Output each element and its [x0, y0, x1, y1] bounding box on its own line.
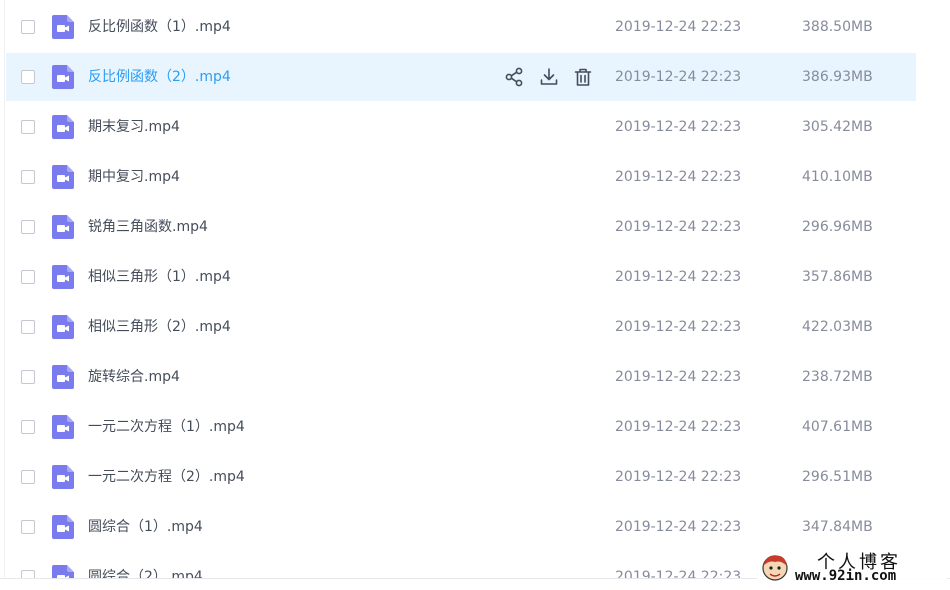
file-row[interactable]: 期中复习.mp4 2019-12-24 22:23 410.10MB	[6, 153, 916, 201]
file-date: 2019-12-24 22:23	[615, 369, 742, 385]
file-row[interactable]: 一元二次方程（2）.mp4 2019-12-24 22:23 296.51MB	[6, 453, 916, 501]
file-date: 2019-12-24 22:23	[615, 19, 742, 35]
file-list: 反比例函数（1）.mp4 2019-12-24 22:23 388.50MB 反比例函…	[0, 0, 950, 578]
file-row[interactable]: 相似三角形（1）.mp4 2019-12-24 22:23 357.86MB	[6, 253, 916, 301]
row-checkbox[interactable]	[21, 270, 35, 284]
file-date: 2019-12-24 22:23	[615, 519, 742, 535]
file-name[interactable]: 反比例函数（2）.mp4	[88, 53, 231, 101]
file-name[interactable]: 相似三角形（1）.mp4	[88, 253, 231, 301]
file-row[interactable]: 圆综合（1）.mp4 2019-12-24 22:23 347.84MB	[6, 503, 916, 551]
file-size: 407.61MB	[802, 419, 873, 435]
file-name[interactable]: 旋转综合.mp4	[88, 353, 180, 401]
video-file-icon	[52, 15, 74, 39]
file-row[interactable]: 反比例函数（2）.mp4 2019-12-24 22:23 386.93MB	[6, 53, 916, 101]
video-file-icon	[52, 365, 74, 389]
file-date: 2019-12-24 22:23	[615, 169, 742, 185]
list-left-border	[4, 0, 5, 578]
row-checkbox[interactable]	[21, 520, 35, 534]
file-date: 2019-12-24 22:23	[615, 219, 742, 235]
video-file-icon	[52, 465, 74, 489]
file-row[interactable]: 锐角三角函数.mp4 2019-12-24 22:23 296.96MB	[6, 203, 916, 251]
file-name[interactable]: 期中复习.mp4	[88, 153, 180, 201]
file-row[interactable]: 一元二次方程（1）.mp4 2019-12-24 22:23 407.61MB	[6, 403, 916, 451]
file-date: 2019-12-24 22:23	[615, 569, 742, 578]
file-size: 347.84MB	[802, 519, 873, 535]
file-name[interactable]: 圆综合（2）.mp4	[88, 553, 203, 578]
file-row[interactable]: 相似三角形（2）.mp4 2019-12-24 22:23 422.03MB	[6, 303, 916, 351]
row-checkbox[interactable]	[21, 20, 35, 34]
delete-icon[interactable]	[572, 66, 594, 88]
file-name[interactable]: 相似三角形（2）.mp4	[88, 303, 231, 351]
file-date: 2019-12-24 22:23	[615, 119, 742, 135]
file-name[interactable]: 一元二次方程（2）.mp4	[88, 453, 245, 501]
video-file-icon	[52, 65, 74, 89]
site-watermark: 个人博客 www.92in.com	[757, 548, 947, 588]
video-file-icon	[52, 315, 74, 339]
row-checkbox[interactable]	[21, 370, 35, 384]
file-date: 2019-12-24 22:23	[615, 469, 742, 485]
row-checkbox[interactable]	[21, 570, 35, 578]
row-checkbox[interactable]	[21, 220, 35, 234]
mascot-logo	[762, 555, 788, 581]
file-name[interactable]: 一元二次方程（1）.mp4	[88, 403, 245, 451]
file-date: 2019-12-24 22:23	[615, 269, 742, 285]
video-file-icon	[52, 215, 74, 239]
download-icon[interactable]	[538, 66, 560, 88]
file-name[interactable]: 锐角三角函数.mp4	[88, 203, 208, 251]
file-row[interactable]: 反比例函数（1）.mp4 2019-12-24 22:23 388.50MB	[6, 3, 916, 51]
row-checkbox[interactable]	[21, 70, 35, 84]
file-name[interactable]: 反比例函数（1）.mp4	[88, 3, 231, 51]
video-file-icon	[52, 565, 74, 578]
video-file-icon	[52, 165, 74, 189]
file-size: 386.93MB	[802, 69, 873, 85]
file-size: 357.86MB	[802, 269, 873, 285]
row-checkbox[interactable]	[21, 120, 35, 134]
file-date: 2019-12-24 22:23	[615, 319, 742, 335]
file-name[interactable]: 圆综合（1）.mp4	[88, 503, 203, 551]
file-size: 305.42MB	[802, 119, 873, 135]
watermark-url: www.92in.com	[795, 568, 897, 584]
video-file-icon	[52, 515, 74, 539]
file-date: 2019-12-24 22:23	[615, 419, 742, 435]
file-date: 2019-12-24 22:23	[615, 69, 742, 85]
row-checkbox[interactable]	[21, 470, 35, 484]
file-row[interactable]: 旋转综合.mp4 2019-12-24 22:23 238.72MB	[6, 353, 916, 401]
row-checkbox[interactable]	[21, 170, 35, 184]
file-size: 296.51MB	[802, 469, 873, 485]
file-size: 410.10MB	[802, 169, 873, 185]
share-icon[interactable]	[504, 66, 526, 88]
video-file-icon	[52, 415, 74, 439]
row-checkbox[interactable]	[21, 420, 35, 434]
video-file-icon	[52, 115, 74, 139]
file-size: 422.03MB	[802, 319, 873, 335]
row-checkbox[interactable]	[21, 320, 35, 334]
video-file-icon	[52, 265, 74, 289]
file-size: 238.72MB	[802, 369, 873, 385]
file-row[interactable]: 期末复习.mp4 2019-12-24 22:23 305.42MB	[6, 103, 916, 151]
file-size: 296.96MB	[802, 219, 873, 235]
file-name[interactable]: 期末复习.mp4	[88, 103, 180, 151]
file-size: 388.50MB	[802, 19, 873, 35]
